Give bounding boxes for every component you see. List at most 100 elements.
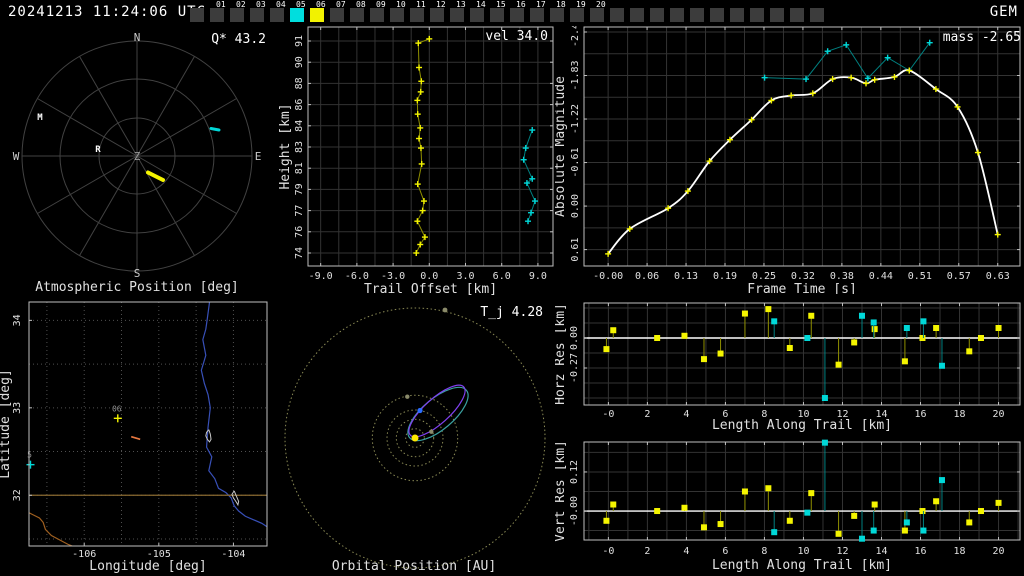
xlabel-map: Longitude [deg] — [89, 559, 206, 574]
station-box-label: 07 — [336, 0, 346, 9]
compass-label-N: N — [134, 31, 141, 44]
station-box-label: 01 — [216, 0, 226, 9]
station-box-17[interactable]: 17 — [530, 1, 546, 22]
x-tick-label: 0.0 — [420, 271, 438, 282]
station-box[interactable] — [810, 8, 824, 22]
xlabel-trail: Trail Offset [km] — [364, 282, 497, 296]
station-box-02[interactable]: 02 — [230, 1, 246, 22]
y-tick-label: 0.00 — [570, 194, 581, 218]
compass-label-E: E — [255, 150, 262, 163]
venus-dot — [429, 429, 434, 434]
station-box[interactable] — [750, 8, 764, 22]
station-box-14[interactable]: 14 — [470, 1, 486, 22]
station-box-03[interactable]: 03 — [250, 1, 266, 22]
series-station-05-vert-res — [771, 439, 945, 542]
station-box-label: 15 — [496, 0, 506, 9]
annotation-trail: vel 34.0 — [485, 29, 548, 44]
y-tick-label: -1.22 — [570, 104, 581, 134]
y-tick-label: 91 — [294, 35, 305, 47]
meteor-dashboard: 20241213 11:24:06 UTC 01 02 03 04 05 06 07 08 09… — [0, 0, 1024, 576]
compass-label-Z: Z — [134, 150, 141, 163]
station-box-label: 18 — [556, 0, 566, 9]
y-tick-label: 0.12 — [569, 460, 580, 484]
station-box-08[interactable]: 08 — [350, 1, 366, 22]
river — [200, 301, 268, 528]
tick-marks — [29, 319, 234, 546]
y-tick-label: -0.00 — [569, 496, 580, 526]
x-tick-label: 0.57 — [947, 271, 971, 282]
station-box-12[interactable]: 12 — [430, 1, 446, 22]
x-tick-label: 10 — [797, 546, 809, 557]
station-box-label: 05 — [296, 0, 306, 9]
station-box-label: 02 — [236, 0, 246, 9]
station-letter-M: M — [37, 113, 43, 123]
x-tick-label: 18 — [954, 409, 966, 420]
station-box-label: 13 — [456, 0, 466, 9]
x-tick-label: -3.0 — [381, 271, 405, 282]
station-box-20[interactable]: 20 — [590, 1, 606, 22]
station-box-18[interactable]: 18 — [550, 1, 566, 22]
map-station-marker-5 — [26, 460, 35, 469]
panel-trail-offset: -9.0 -6.0 -3.0 0.0 3.0 6.0 9.0 91 90 88 86 84 83 81 79… — [272, 26, 555, 296]
station-box[interactable] — [650, 8, 664, 22]
station-box-05[interactable]: 05 — [290, 1, 306, 22]
station-box-01[interactable]: 01 — [210, 1, 226, 22]
station-box-label: 10 — [396, 0, 406, 9]
grid — [584, 303, 1020, 405]
station-box-11[interactable]: 11 — [410, 1, 426, 22]
compass-label-W: W — [13, 150, 20, 163]
station-box[interactable] — [770, 8, 784, 22]
x-tick-label: 0.38 — [830, 271, 854, 282]
station-box-04[interactable]: 04 — [270, 1, 286, 22]
x-tick-label: 2 — [644, 546, 650, 557]
station-box[interactable] — [670, 8, 684, 22]
sun-dot — [411, 434, 419, 442]
map-station-label: 06 — [112, 404, 122, 413]
y-tick-label: -1.83 — [570, 60, 581, 90]
x-tick-label: 0.63 — [986, 271, 1010, 282]
xlabel-magnitude: Frame Time [s] — [747, 282, 857, 294]
trail-offset-plot: -9.0 -6.0 -3.0 0.0 3.0 6.0 9.0 91 90 88 86 84 83 81 79… — [278, 26, 554, 296]
station-box-label: 04 — [276, 0, 286, 9]
title-atmospheric: Atmospheric Position [deg] — [35, 280, 239, 295]
y-tick-label: 79 — [294, 183, 305, 195]
station-box[interactable] — [690, 8, 704, 22]
x-tick-label: 0.06 — [635, 271, 659, 282]
map-station-marker-06 — [113, 414, 122, 423]
x-tick-label: -0.00 — [593, 271, 623, 282]
station-box-06[interactable]: 06 — [310, 1, 326, 22]
series-station-05-horz-res — [771, 312, 945, 401]
station-box-13[interactable]: 13 — [450, 1, 466, 22]
station-box[interactable] — [730, 8, 744, 22]
station-box-10[interactable]: 10 — [390, 1, 406, 22]
y-tick-label: 32 — [12, 489, 23, 501]
x-tick-label: -0 — [602, 409, 614, 420]
y-tick-label: 84 — [294, 120, 305, 132]
ylabel-magnitude: Absolute Magnitude — [555, 76, 568, 217]
plot-frame — [583, 26, 1021, 267]
station-box[interactable] — [790, 8, 804, 22]
station-box-label: 06 — [316, 0, 326, 9]
map-station-label: 5 — [27, 451, 32, 460]
annotation-atmospheric: Q* 43.2 — [211, 32, 266, 47]
station-box[interactable] — [190, 8, 204, 22]
x-tick-label: 6.0 — [493, 271, 511, 282]
station-box-09[interactable]: 09 — [370, 1, 386, 22]
grid — [584, 442, 1020, 540]
rio-grande — [28, 512, 73, 547]
station-box-label: 16 — [516, 0, 526, 9]
ground-track — [130, 435, 141, 441]
station-box-15[interactable]: 15 — [490, 1, 506, 22]
station-box-16[interactable]: 16 — [510, 1, 526, 22]
y-tick-label: -0.61 — [570, 147, 581, 177]
station-box[interactable] — [710, 8, 724, 22]
station-box[interactable] — [610, 8, 624, 22]
station-box-07[interactable]: 07 — [330, 1, 346, 22]
station-box-label: 11 — [416, 0, 426, 9]
x-tick-label: 4 — [683, 546, 689, 557]
station-box-19[interactable]: 19 — [570, 1, 586, 22]
station-box[interactable] — [630, 8, 644, 22]
vert-residuals-plot: -0 2 4 6 8 10 12 14 16 18 20 0.12 -0.00 Length Along … — [555, 439, 1021, 573]
tick-marks — [584, 27, 1020, 266]
x-tick-label: 9.0 — [529, 271, 547, 282]
